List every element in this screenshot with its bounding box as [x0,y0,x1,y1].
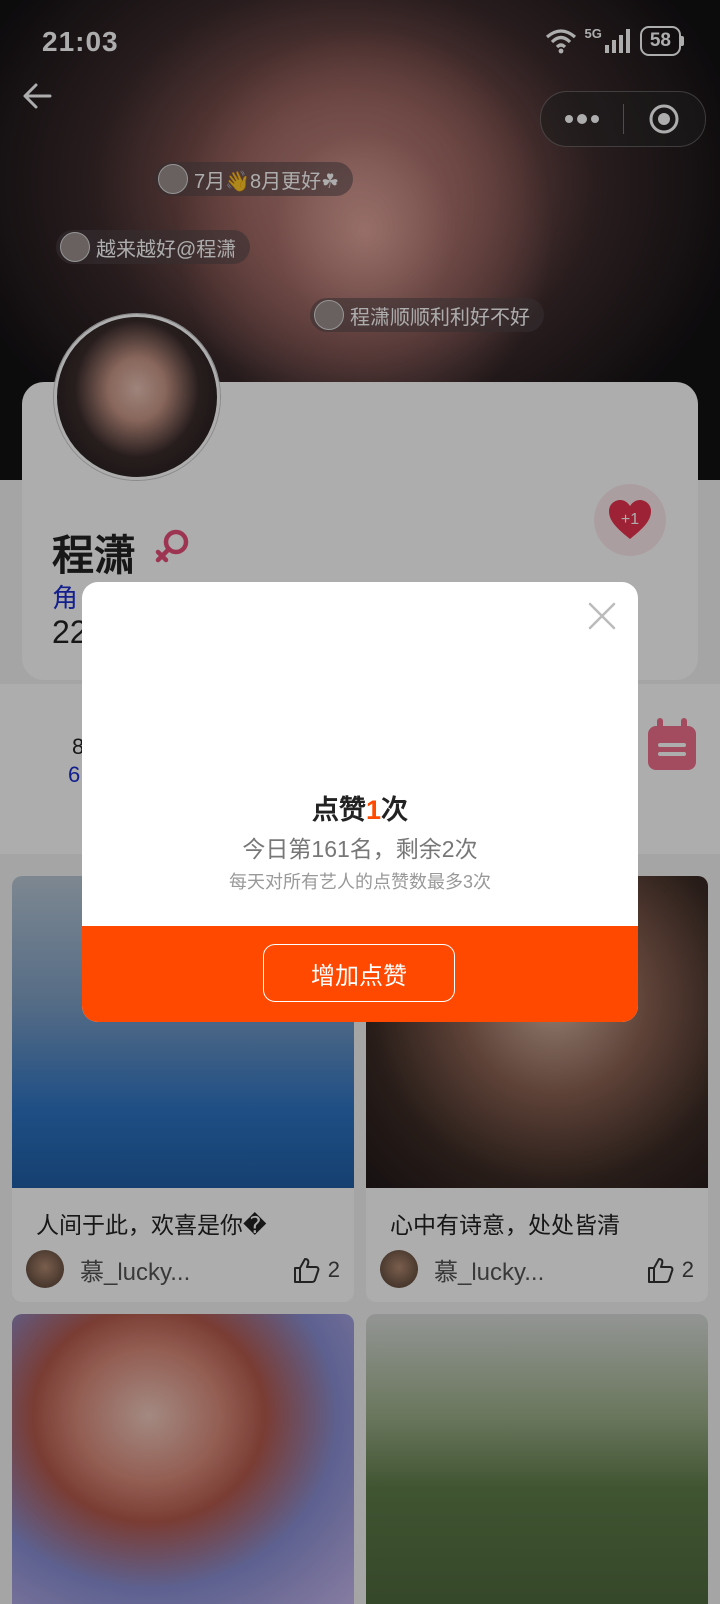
close-icon[interactable] [586,600,618,632]
like-result-dialog: 点赞1次 今日第161名，剩余2次 每天对所有艺人的点赞数最多3次 增加点赞 [82,582,638,1022]
dialog-note: 每天对所有艺人的点赞数最多3次 [228,872,491,892]
title-suffix: 次 [381,795,409,825]
title-count: 1 [365,795,382,825]
add-likes-button[interactable]: 增加点赞 [263,944,455,1002]
title-prefix: 点赞 [311,795,366,825]
dialog-subtitle: 今日第161名，剩余2次 [242,836,478,862]
dialog-footer: 增加点赞 [82,926,638,1022]
dialog-title: 点赞1次 [82,788,638,827]
